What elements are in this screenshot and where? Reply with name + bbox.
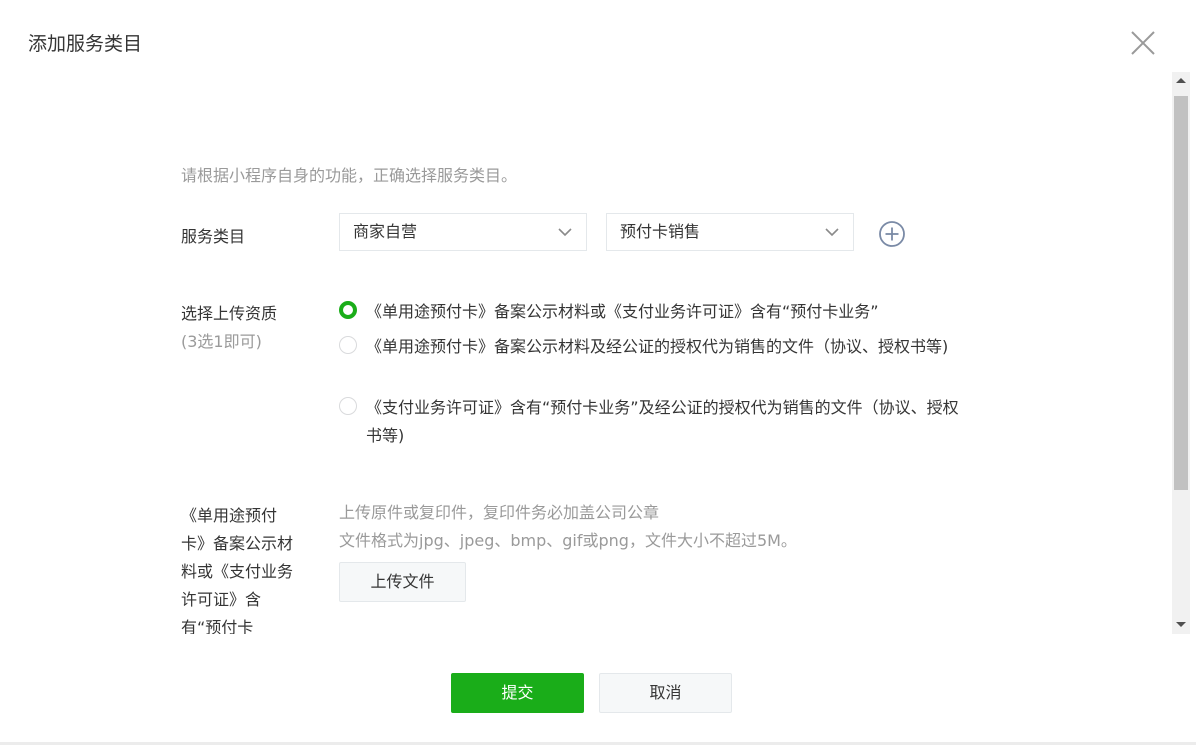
submit-button[interactable]: 提交 — [451, 673, 584, 713]
radio-checked[interactable] — [339, 301, 357, 319]
category-label: 服务类目 — [181, 227, 246, 246]
plus-circle-icon[interactable] — [878, 220, 906, 248]
category-primary-value: 商家自营 — [353, 222, 418, 241]
scroll-down-icon[interactable] — [1176, 622, 1186, 627]
qualification-option-text: 《单用途预付卡》备案公示材料及经公证的授权代为销售的文件（协议、授权书等) — [366, 337, 949, 356]
scroll-up-icon[interactable] — [1176, 78, 1186, 83]
qualification-option-1[interactable]: 《单用途预付卡》备案公示材料或《支付业务许可证》含有“预付卡业务” — [338, 298, 978, 328]
cancel-button[interactable]: 取消 — [599, 673, 732, 713]
category-secondary-select[interactable]: 预付卡销售 — [606, 213, 854, 251]
dialog-footer: 提交 取消 — [0, 634, 1196, 745]
close-icon[interactable] — [1126, 26, 1160, 60]
category-primary-select[interactable]: 商家自营 — [339, 213, 587, 251]
radio-unchecked[interactable] — [339, 397, 357, 415]
scrollbar-thumb[interactable] — [1174, 96, 1188, 490]
dialog-body: 请根据小程序自身的功能，正确选择服务类目。 服务类目 商家自营 预付卡销售 选择… — [0, 72, 1172, 634]
scrollbar[interactable] — [1172, 72, 1190, 634]
qualification-option-text: 《支付业务许可证》含有“预付卡业务”及经公证的授权代为销售的文件（协议、授权书等… — [366, 398, 959, 445]
dialog-title: 添加服务类目 — [28, 33, 143, 55]
category-secondary-value: 预付卡销售 — [620, 222, 701, 241]
upload-field-label: 《单用途预付卡》备案公示材料或《支付业务许可证》含有“预付卡 — [181, 506, 294, 634]
form-hint: 请根据小程序自身的功能，正确选择服务类目。 — [181, 166, 518, 185]
qualification-option-3[interactable]: 《支付业务许可证》含有“预付卡业务”及经公证的授权代为销售的文件（协议、授权书等… — [338, 394, 978, 452]
radio-unchecked[interactable] — [339, 336, 357, 354]
upload-tip-1: 上传原件或复印件，复印件务必加盖公司公章 — [339, 503, 660, 522]
qualification-label: 选择上传资质 — [181, 304, 278, 323]
qualification-sublabel: (3选1即可) — [181, 332, 262, 351]
upload-tip-2: 文件格式为jpg、jpeg、bmp、gif或png，文件大小不超过5M。 — [339, 531, 797, 550]
chevron-down-icon — [825, 228, 839, 237]
upload-file-button[interactable]: 上传文件 — [339, 562, 466, 602]
qualification-option-text: 《单用途预付卡》备案公示材料或《支付业务许可证》含有“预付卡业务” — [366, 302, 879, 321]
add-service-category-dialog: 添加服务类目 请根据小程序自身的功能，正确选择服务类目。 服务类目 商家自营 预… — [0, 0, 1196, 745]
qualification-option-2[interactable]: 《单用途预付卡》备案公示材料及经公证的授权代为销售的文件（协议、授权书等) — [338, 333, 978, 391]
chevron-down-icon — [558, 228, 572, 237]
